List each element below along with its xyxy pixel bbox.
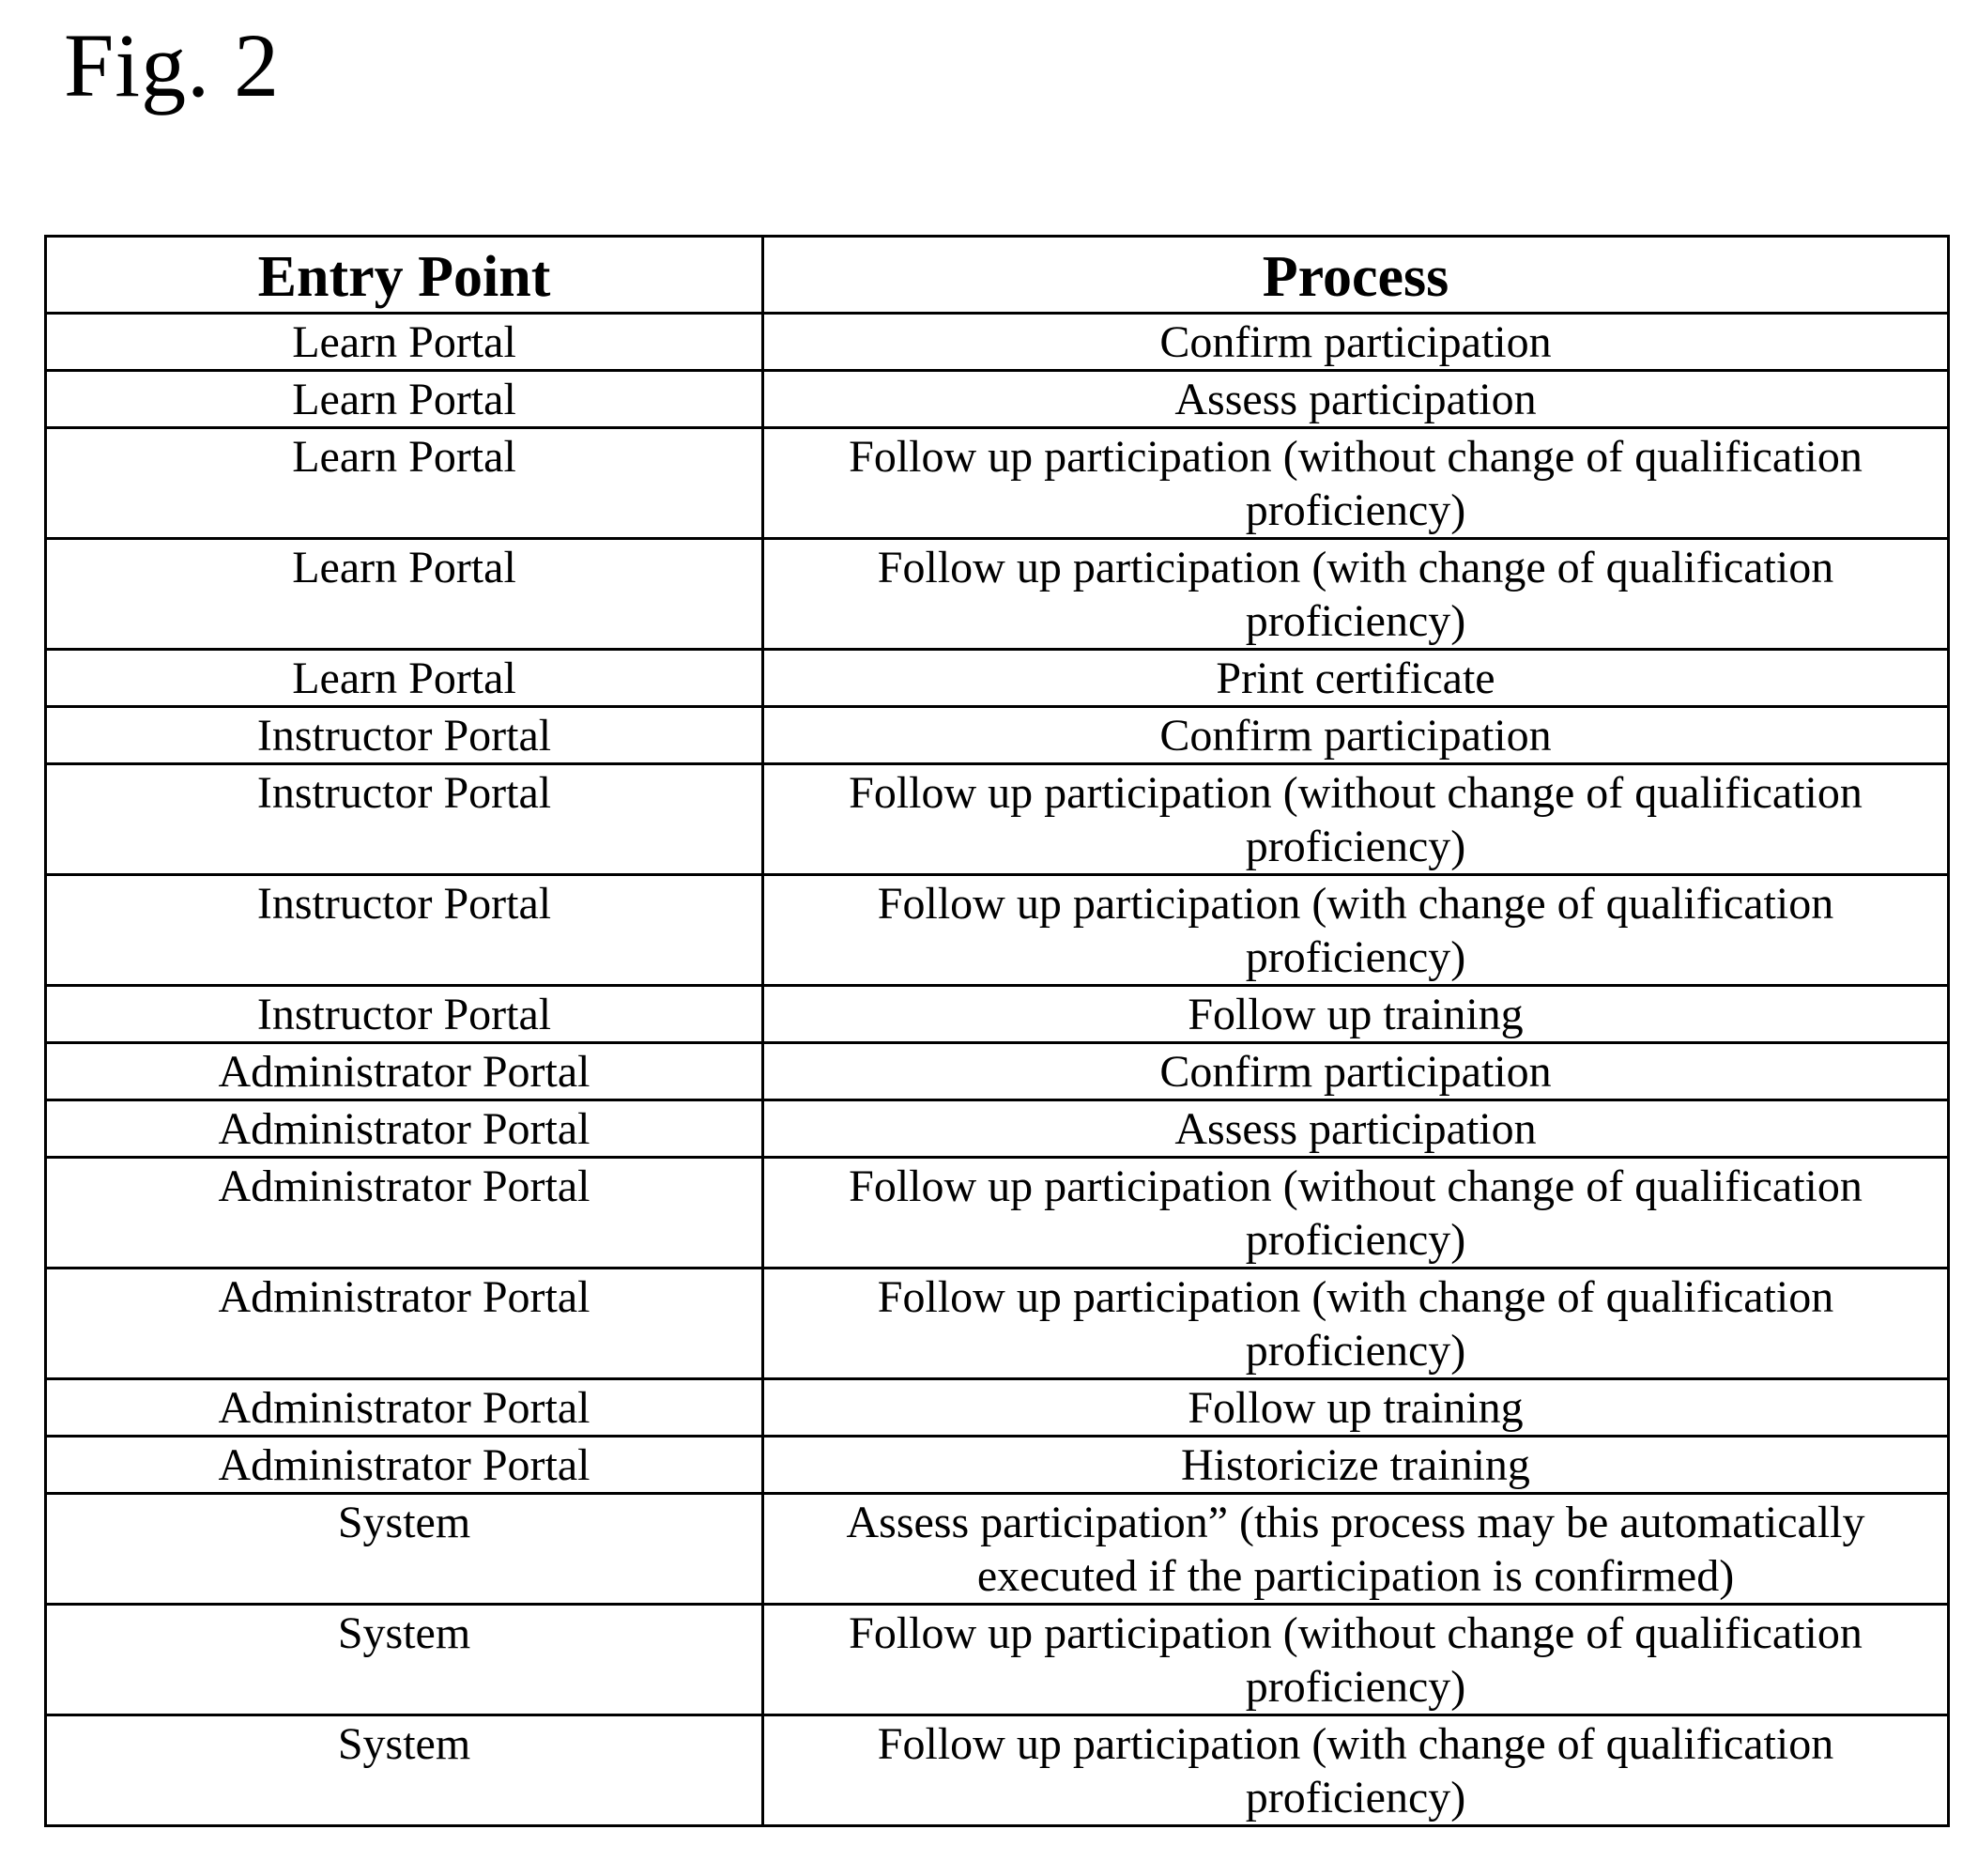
table-row: Administrator Portal Confirm participatio… bbox=[44, 1041, 1950, 1101]
entry-point-cell: Administrator Portal bbox=[44, 1099, 764, 1159]
process-cell: Print certificate bbox=[761, 648, 1950, 708]
process-cell: Follow up training bbox=[761, 1377, 1950, 1438]
table-row: Administrator Portal Assess participation bbox=[44, 1099, 1950, 1159]
entry-point-cell: Administrator Portal bbox=[44, 1267, 764, 1380]
table-row: System Follow up participation (without c… bbox=[44, 1603, 1950, 1716]
table-row: Learn Portal Follow up participation (wit… bbox=[44, 426, 1950, 540]
entry-point-cell: Learn Portal bbox=[44, 312, 764, 372]
table-row: Administrator Portal Follow up participat… bbox=[44, 1267, 1950, 1380]
process-cell: Assess participation bbox=[761, 369, 1950, 429]
entry-point-cell: Learn Portal bbox=[44, 369, 764, 429]
table-row: System Assess participation” (this proces… bbox=[44, 1492, 1950, 1606]
process-cell: Confirm participation bbox=[761, 705, 1950, 765]
entry-point-cell: System bbox=[44, 1603, 764, 1716]
process-cell: Assess participation” (this process may … bbox=[761, 1492, 1950, 1606]
process-cell: Follow up participation (without change … bbox=[761, 1156, 1950, 1269]
process-cell: Follow up participation (with change of … bbox=[761, 537, 1950, 651]
entry-point-cell: System bbox=[44, 1714, 764, 1827]
table-row: Learn Portal Assess participation bbox=[44, 369, 1950, 429]
table-row: Learn Portal Confirm participation bbox=[44, 312, 1950, 372]
entry-point-cell: Administrator Portal bbox=[44, 1377, 764, 1438]
table-row: Administrator Portal Follow up training bbox=[44, 1377, 1950, 1438]
process-cell: Confirm participation bbox=[761, 312, 1950, 372]
table-header-row: Entry Point Process bbox=[44, 235, 1950, 315]
table-row: System Follow up participation (with chan… bbox=[44, 1714, 1950, 1827]
figure-title: Fig. 2 bbox=[64, 15, 281, 115]
entry-point-process-table-container: Entry Point Process Learn Portal Confirm … bbox=[44, 235, 1950, 1827]
table-row: Learn Portal Print certificate bbox=[44, 648, 1950, 708]
entry-point-cell: Instructor Portal bbox=[44, 705, 764, 765]
table-row: Learn Portal Follow up participation (wit… bbox=[44, 537, 1950, 651]
process-cell: Follow up participation (with change of … bbox=[761, 1714, 1950, 1827]
entry-point-cell: Administrator Portal bbox=[44, 1156, 764, 1269]
process-cell: Historicize training bbox=[761, 1435, 1950, 1495]
column-header-entry-point: Entry Point bbox=[44, 235, 764, 315]
entry-point-process-table: Entry Point Process Learn Portal Confirm … bbox=[44, 235, 1950, 1827]
process-cell: Follow up participation (without change … bbox=[761, 762, 1950, 876]
entry-point-cell: System bbox=[44, 1492, 764, 1606]
entry-point-cell: Learn Portal bbox=[44, 537, 764, 651]
table-body: Learn Portal Confirm participation Learn … bbox=[44, 312, 1950, 1827]
table-row: Instructor Portal Confirm participation bbox=[44, 705, 1950, 765]
table-row: Administrator Portal Follow up participat… bbox=[44, 1156, 1950, 1269]
entry-point-cell: Instructor Portal bbox=[44, 762, 764, 876]
entry-point-cell: Instructor Portal bbox=[44, 984, 764, 1044]
table-row: Instructor Portal Follow up participation… bbox=[44, 762, 1950, 876]
entry-point-cell: Administrator Portal bbox=[44, 1435, 764, 1495]
table-row: Administrator Portal Historicize training bbox=[44, 1435, 1950, 1495]
table-row: Instructor Portal Follow up participation… bbox=[44, 873, 1950, 987]
table-row: Instructor Portal Follow up training bbox=[44, 984, 1950, 1044]
entry-point-cell: Administrator Portal bbox=[44, 1041, 764, 1101]
process-cell: Follow up participation (with change of … bbox=[761, 1267, 1950, 1380]
entry-point-cell: Instructor Portal bbox=[44, 873, 764, 987]
process-cell: Follow up participation (without change … bbox=[761, 1603, 1950, 1716]
entry-point-cell: Learn Portal bbox=[44, 426, 764, 540]
process-cell: Confirm participation bbox=[761, 1041, 1950, 1101]
process-cell: Assess participation bbox=[761, 1099, 1950, 1159]
column-header-process: Process bbox=[761, 235, 1950, 315]
process-cell: Follow up participation (without change … bbox=[761, 426, 1950, 540]
process-cell: Follow up training bbox=[761, 984, 1950, 1044]
entry-point-cell: Learn Portal bbox=[44, 648, 764, 708]
process-cell: Follow up participation (with change of … bbox=[761, 873, 1950, 987]
